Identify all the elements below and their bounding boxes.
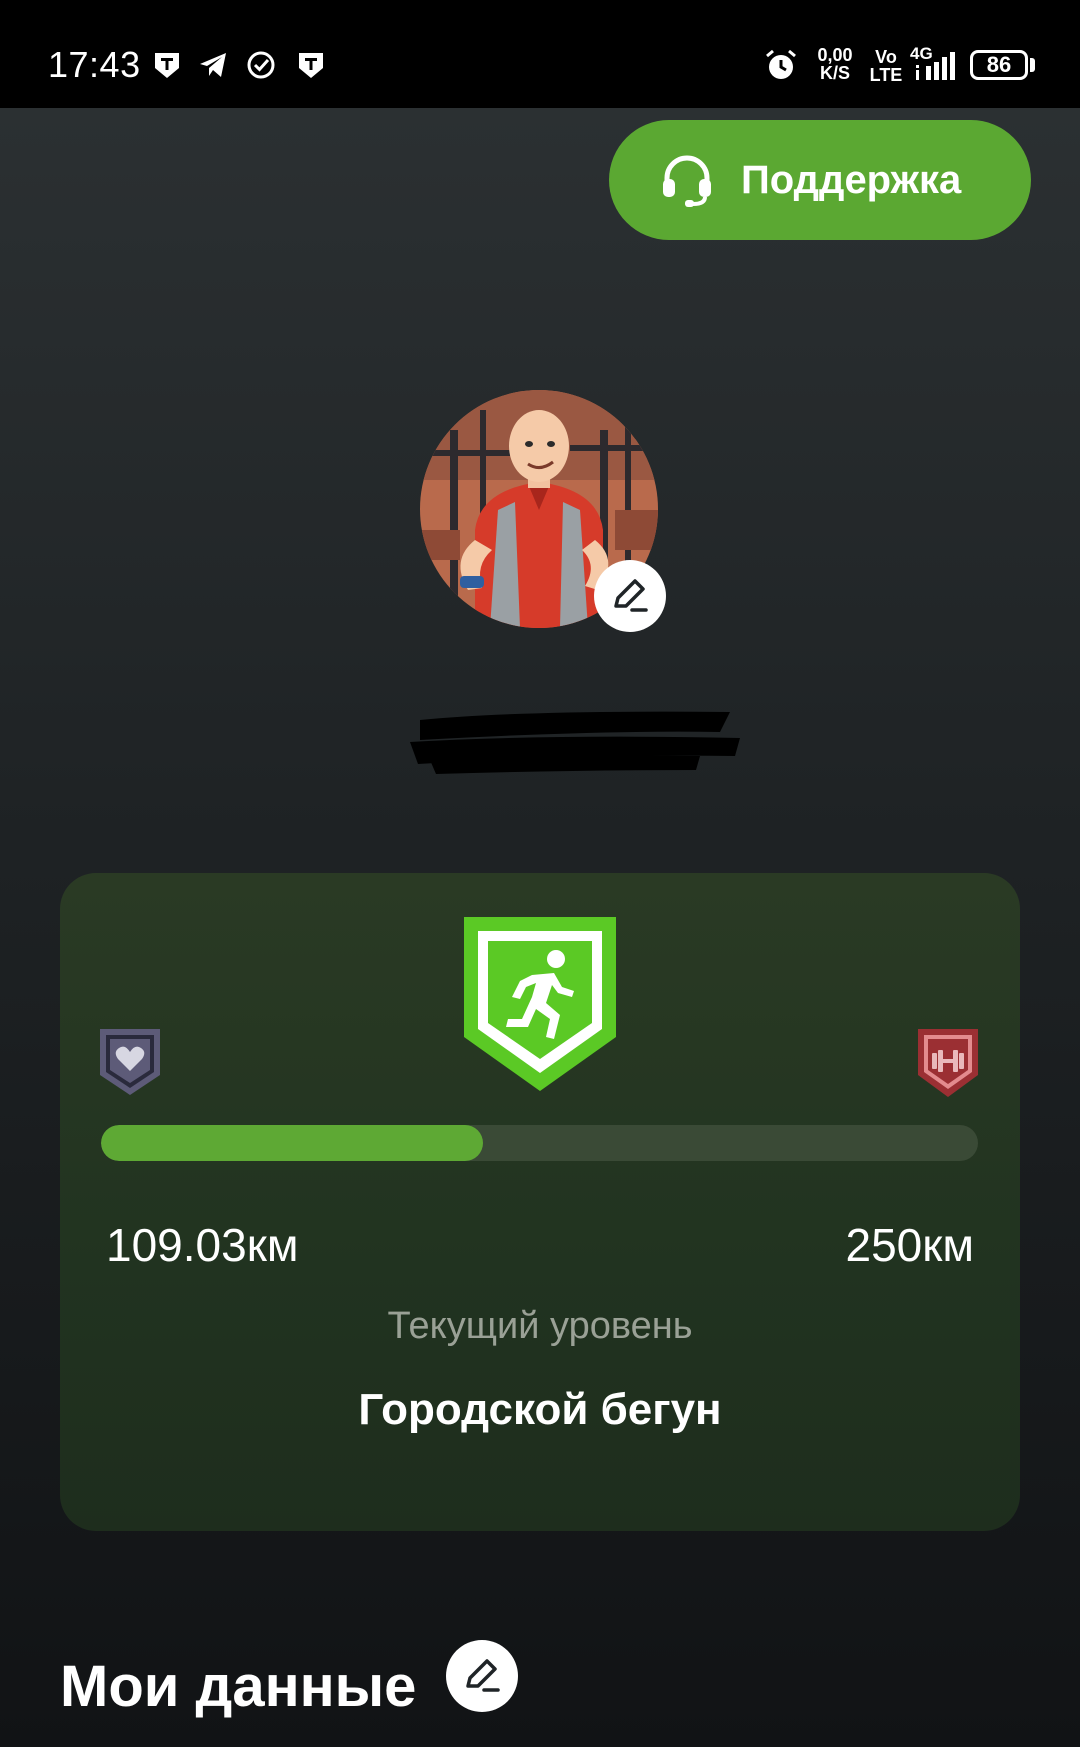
signal-icon	[916, 52, 955, 80]
level-card: 109.03км 250км Текущий уровень Городской…	[60, 873, 1020, 1531]
battery-tip	[1030, 58, 1035, 72]
target-distance: 250км	[845, 1219, 975, 1271]
profile-screen: Поддержка 109.03км 250км Текущий уровень…	[0, 108, 1080, 1747]
volte-top: Vo	[875, 47, 897, 67]
distance-progress-bar	[101, 1125, 978, 1161]
next-level-badge	[918, 1029, 978, 1097]
shield-t-icon	[155, 53, 179, 78]
alarm-icon	[766, 49, 796, 79]
my-data-edit-button[interactable]	[446, 1640, 518, 1712]
network-speed: 0,00 K/S	[812, 46, 858, 82]
telegram-icon	[200, 53, 226, 77]
level-caption: Текущий уровень	[387, 1305, 693, 1347]
distance-progress-fill	[101, 1125, 484, 1161]
network-speed-unit: K/S	[819, 63, 850, 83]
network-speed-value: 0,00	[817, 45, 853, 65]
my-data-title: Мои данные	[60, 1654, 417, 1719]
status-time: 17:43	[48, 44, 141, 85]
support-label: Поддержка	[741, 157, 962, 202]
level-name: Городской бегун	[358, 1385, 722, 1434]
current-level-badge	[464, 917, 616, 1091]
user-name-redacted	[410, 711, 740, 774]
volte-indicator: Vo LTE	[868, 48, 904, 84]
previous-level-badge	[100, 1029, 160, 1095]
shield-t-icon	[299, 53, 323, 78]
pencil-icon	[614, 579, 648, 612]
volte-bottom: LTE	[869, 65, 903, 85]
battery-indicator: 86	[970, 50, 1028, 80]
avatar-edit-button[interactable]	[594, 560, 666, 632]
current-distance: 109.03км	[106, 1219, 299, 1271]
pencil-icon	[466, 1659, 500, 1692]
status-bar: 17:43 0,00 K/S Vo LTE 4G 86	[0, 0, 1080, 108]
support-button[interactable]: Поддержка	[609, 120, 1031, 240]
headset-icon	[663, 155, 711, 207]
check-circle-icon	[247, 51, 275, 79]
